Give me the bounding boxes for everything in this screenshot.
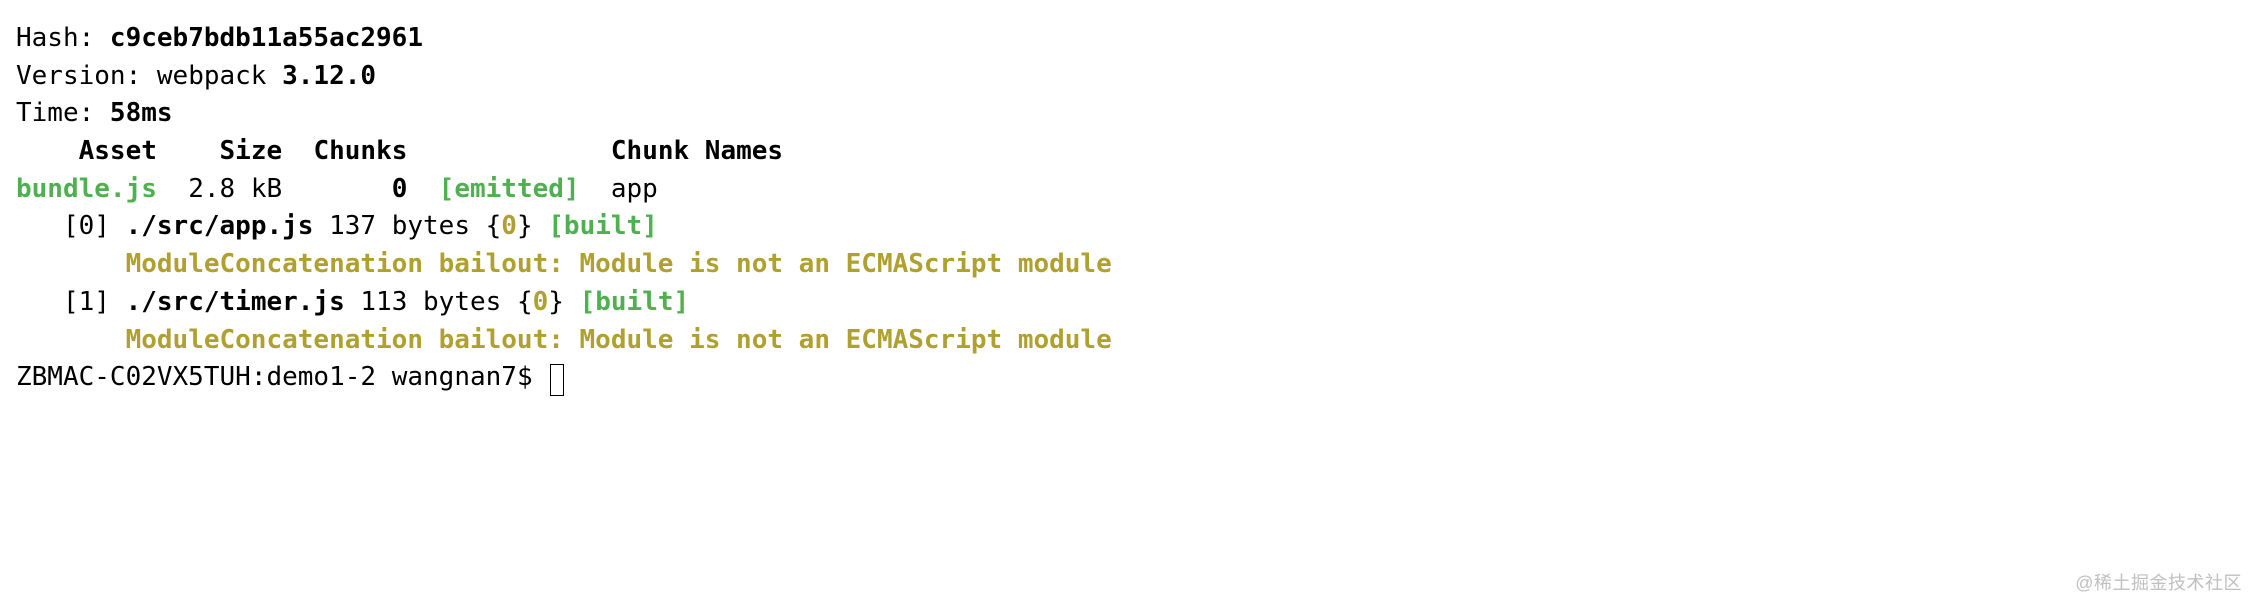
brace-open: { — [486, 211, 502, 241]
col-asset: Asset — [79, 136, 157, 166]
module-path: ./src/timer.js — [126, 287, 345, 317]
prompt-dir: demo1-2 — [266, 362, 376, 392]
col-chunks: Chunks — [313, 136, 407, 166]
terminal-output[interactable]: Hash: c9ceb7bdb11a55ac2961 Version: webp… — [16, 20, 2240, 397]
asset-chunk-name: app — [611, 174, 658, 204]
watermark-text: @稀土掘金技术社区 — [2075, 570, 2242, 596]
module-chunk: 0 — [501, 211, 517, 241]
module-row-0: [0] ./src/app.js 137 bytes {0} [built] — [16, 208, 2240, 246]
asset-row: bundle.js 2.8 kB 0 [emitted] app — [16, 171, 2240, 209]
module-status: [built] — [580, 287, 690, 317]
col-chunk-names: Chunk Names — [611, 136, 783, 166]
module-chunk: 0 — [533, 287, 549, 317]
brace-close: } — [517, 211, 533, 241]
brace-open: { — [517, 287, 533, 317]
asset-name: bundle.js — [16, 174, 157, 204]
column-header-row: Asset Size Chunks Chunk Names — [16, 133, 2240, 171]
prompt-sigil: $ — [517, 362, 533, 392]
module-row-1: [1] ./src/timer.js 113 bytes {0} [built] — [16, 284, 2240, 322]
module-size: 113 bytes — [360, 287, 501, 317]
asset-status: [emitted] — [439, 174, 580, 204]
version-value: 3.12.0 — [282, 61, 376, 91]
asset-size: 2.8 kB — [188, 174, 282, 204]
bailout-text: ModuleConcatenation bailout: Module is n… — [126, 249, 1112, 279]
prompt-user: wangnan7 — [392, 362, 517, 392]
module-index: [1] — [63, 287, 110, 317]
module-path: ./src/app.js — [126, 211, 314, 241]
module-size: 137 bytes — [329, 211, 470, 241]
col-size: Size — [220, 136, 283, 166]
module-status: [built] — [548, 211, 658, 241]
prompt-line[interactable]: ZBMAC-C02VX5TUH:demo1-2 wangnan7$ — [16, 359, 2240, 397]
brace-close: } — [548, 287, 564, 317]
version-line: Version: webpack 3.12.0 — [16, 58, 2240, 96]
version-tool: webpack — [157, 61, 282, 91]
bailout-text: ModuleConcatenation bailout: Module is n… — [126, 325, 1112, 355]
cursor-icon — [550, 364, 564, 396]
module-bailout-1: ModuleConcatenation bailout: Module is n… — [16, 322, 2240, 360]
module-index: [0] — [63, 211, 110, 241]
hash-label: Hash: — [16, 23, 110, 53]
time-label: Time: — [16, 98, 110, 128]
module-bailout-0: ModuleConcatenation bailout: Module is n… — [16, 246, 2240, 284]
time-value: 58ms — [110, 98, 173, 128]
version-label: Version: — [16, 61, 157, 91]
hash-value: c9ceb7bdb11a55ac2961 — [110, 23, 423, 53]
prompt-separator: : — [251, 362, 267, 392]
prompt-host: ZBMAC-C02VX5TUH — [16, 362, 251, 392]
time-line: Time: 58ms — [16, 95, 2240, 133]
hash-line: Hash: c9ceb7bdb11a55ac2961 — [16, 20, 2240, 58]
asset-chunk: 0 — [392, 174, 408, 204]
